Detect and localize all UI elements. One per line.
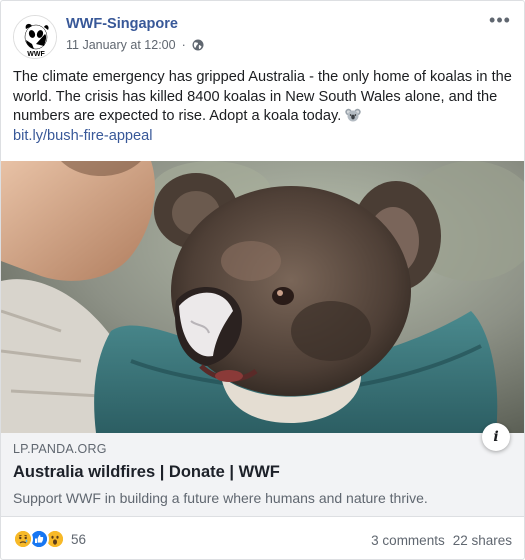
post-header: WWF WWF-Singapore 11 January at 12:00 · … xyxy=(13,11,512,59)
shares-count-link[interactable]: 22 shares xyxy=(453,533,512,548)
wwf-logo-text: WWF xyxy=(27,51,45,58)
reaction-count[interactable]: 56 xyxy=(71,532,86,547)
post-footer: 56 3 comments 22 shares xyxy=(13,527,512,553)
post-message-text: The climate emergency has gripped Austra… xyxy=(13,69,512,124)
comments-count-link[interactable]: 3 comments xyxy=(371,533,445,548)
koala-photo-icon xyxy=(1,161,524,433)
post-image[interactable] xyxy=(1,161,524,433)
post-timestamp[interactable]: 11 January at 12:00 xyxy=(66,38,176,52)
post-message: The climate emergency has gripped Austra… xyxy=(13,68,513,146)
post-stats: 3 comments 22 shares xyxy=(371,533,512,548)
more-options-button[interactable]: ••• xyxy=(488,11,512,33)
link-title[interactable]: Australia wildfires | Donate | WWF xyxy=(13,463,280,482)
avatar[interactable]: WWF xyxy=(13,15,57,59)
info-button[interactable]: i xyxy=(482,423,510,451)
sad-reaction-icon xyxy=(13,529,33,549)
reactions-summary[interactable]: 56 xyxy=(13,529,86,549)
koala-emoji-icon xyxy=(345,107,362,123)
meta-separator: · xyxy=(181,38,186,52)
wwf-panda-logo-icon: WWF xyxy=(14,16,56,58)
link-description: Support WWF in building a future where h… xyxy=(13,490,428,506)
facebook-post: WWF WWF-Singapore 11 January at 12:00 · … xyxy=(0,0,525,560)
globe-icon[interactable] xyxy=(192,39,204,51)
link-preview[interactable]: LP.PANDA.ORG Australia wildfires | Donat… xyxy=(1,433,524,517)
link-domain: LP.PANDA.ORG xyxy=(13,442,107,456)
post-meta: 11 January at 12:00 · xyxy=(66,38,204,52)
post-message-link[interactable]: bit.ly/bush-fire-appeal xyxy=(13,128,153,144)
page-name-link[interactable]: WWF-Singapore xyxy=(66,16,178,32)
